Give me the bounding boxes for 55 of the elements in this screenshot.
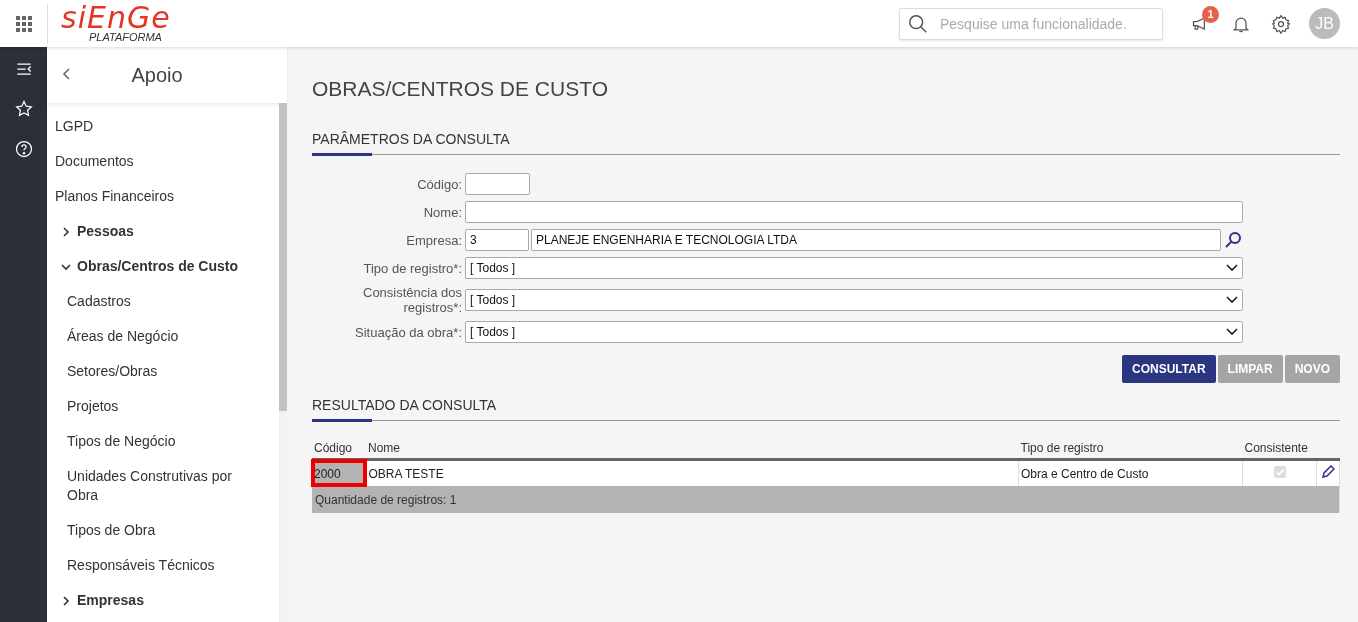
field-label: Consistência dos registros*: <box>362 285 462 315</box>
company-field[interactable]: PLANEJE ENGENHARIA E TECNOLOGIA LTDA <box>531 229 1221 251</box>
logo-subtitle: PLATAFORMA <box>88 30 163 43</box>
sidebar-group[interactable]: Empresas <box>47 583 279 618</box>
sidebar-subitem[interactable]: Responsáveis Técnicos <box>47 548 279 583</box>
record-count: Quantidade de registros: 1 <box>312 486 1340 513</box>
input-field[interactable] <box>465 201 1243 223</box>
page-title: OBRAS/CENTROS DE CUSTO <box>312 77 609 101</box>
chevron-right-icon <box>61 226 71 237</box>
chevron-down-icon <box>1226 328 1238 336</box>
sidebar-subitem[interactable]: Tipos de Obra <box>47 513 279 548</box>
sidebar-subitem[interactable]: Setores/Obras <box>47 354 279 389</box>
field-label: Nome: <box>422 204 462 220</box>
field-label: Tipo de registro*: <box>362 260 462 276</box>
sidebar-title: Apoio <box>130 63 184 87</box>
field-label: Situação da obra*: <box>354 324 462 340</box>
table-cell: Obra e Centro de Custo <box>1018 459 1243 486</box>
logo[interactable]: siEnGe <box>61 4 171 31</box>
sidebar-subitem[interactable]: Tipos de Negócio <box>47 424 279 459</box>
chevron-right-icon <box>61 595 71 606</box>
settings-icon[interactable] <box>1271 13 1291 34</box>
sidebar-subitem[interactable]: Cadastros <box>47 284 279 319</box>
sidebar-group[interactable]: Pessoas <box>47 214 279 249</box>
sidebar-item[interactable]: Planos Financeiros <box>47 179 279 214</box>
chevron-down-icon <box>61 261 71 272</box>
table-cell: OBRA TESTE <box>366 459 1019 486</box>
chevron-left-icon <box>62 66 72 81</box>
sidebar-item[interactable]: Documentos <box>47 144 279 179</box>
sidebar-subitem[interactable]: Unidades Construtivas por Obra <box>47 459 279 513</box>
search-field[interactable]: Pesquise uma funcionalidade. <box>899 7 1163 40</box>
input-field[interactable] <box>465 173 530 195</box>
search-icon[interactable] <box>1223 230 1243 250</box>
notification-badge: 1 <box>1202 5 1219 23</box>
chevron-down-icon <box>1226 264 1238 272</box>
field-label: Empresa: <box>405 232 462 248</box>
help-icon[interactable] <box>13 139 34 159</box>
code-field[interactable]: 3 <box>465 229 529 251</box>
chevron-down-icon <box>1226 296 1238 304</box>
select-field[interactable]: [ Todos ] <box>465 257 1243 279</box>
pencil-icon[interactable] <box>1321 465 1335 479</box>
select-field[interactable]: [ Todos ] <box>465 289 1243 311</box>
sidebar-group[interactable]: Obras/Centros de Custo <box>47 249 279 284</box>
search-icon <box>907 12 929 35</box>
action-button[interactable]: CONSULTAR <box>1122 355 1216 383</box>
section-title: PARÂMETROS DA CONSULTA <box>312 131 1340 155</box>
star-icon[interactable] <box>13 99 34 119</box>
apps-grid-icon[interactable] <box>15 15 32 32</box>
sidebar-subitem[interactable]: Áreas de Negócio <box>47 319 279 354</box>
select-field[interactable]: [ Todos ] <box>465 321 1243 343</box>
scrollbar-thumb[interactable] <box>279 103 287 411</box>
sidebar-subitem[interactable]: Projetos <box>47 389 279 424</box>
sidebar-item[interactable]: LGPD <box>47 109 279 144</box>
table-cell: 2000 <box>312 459 366 486</box>
section-title: RESULTADO DA CONSULTA <box>312 397 1340 421</box>
field-label: Código: <box>416 176 462 192</box>
